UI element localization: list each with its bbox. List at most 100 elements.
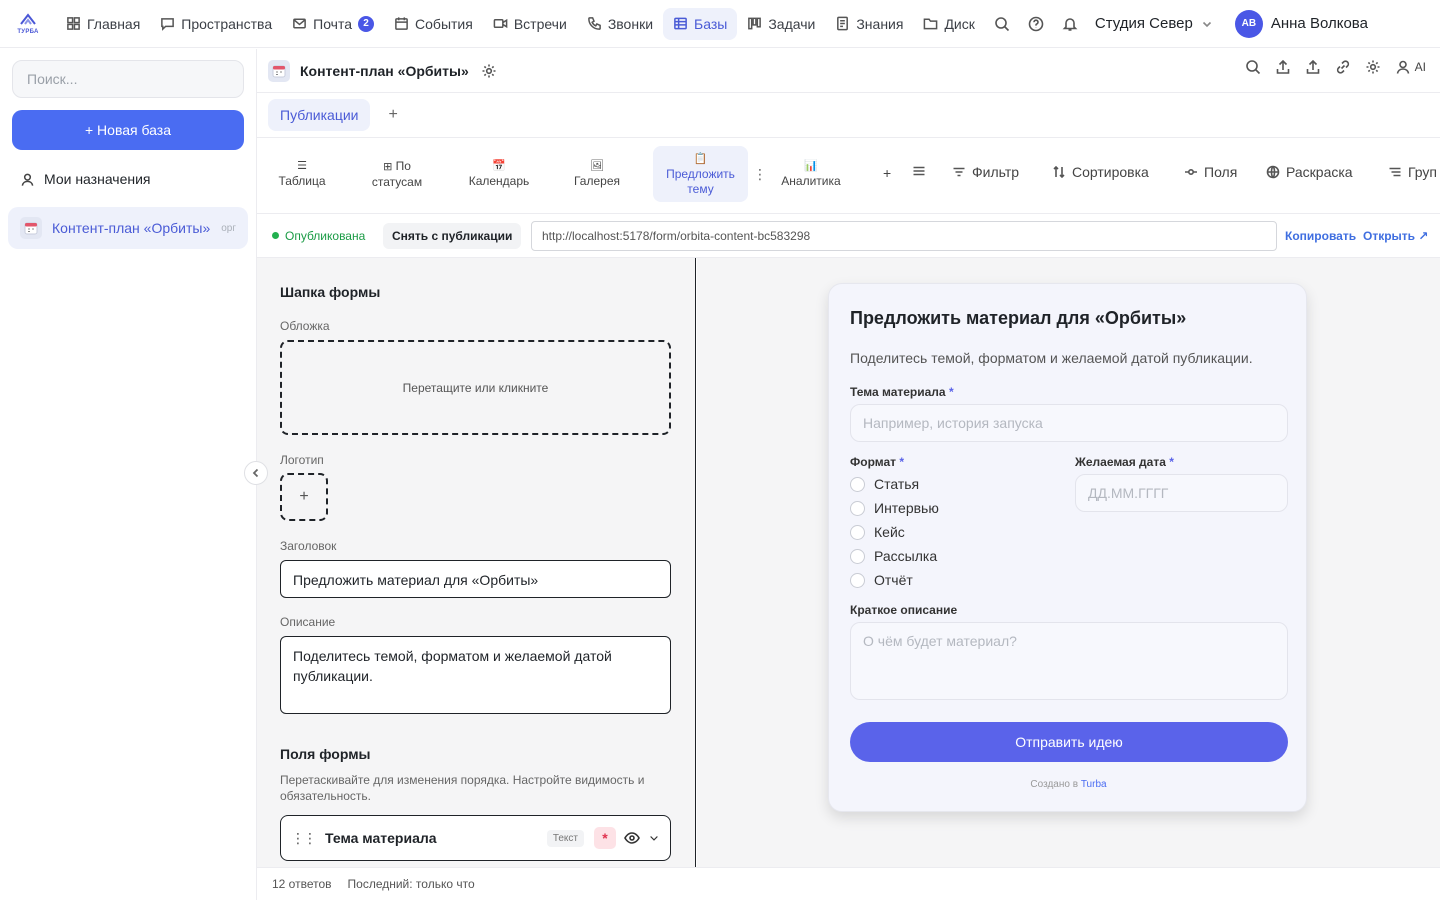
- share-button[interactable]: [1305, 59, 1321, 75]
- link-icon: [1336, 60, 1349, 74]
- view-calendar[interactable]: 📅 Календарь: [460, 146, 538, 202]
- video-icon: [493, 18, 508, 29]
- open-link-button[interactable]: Открыть ↗: [1363, 229, 1428, 243]
- sidebar-item-label: Мои назначения: [44, 171, 151, 187]
- view-options-button[interactable]: [912, 164, 926, 178]
- add-view-button[interactable]: +: [883, 165, 891, 181]
- form-url-field[interactable]: http://localhost:5178/form/orbita-conten…: [531, 220, 1277, 251]
- drag-handle-icon[interactable]: ⋮⋮: [291, 830, 317, 847]
- calendar-icon: [395, 17, 408, 30]
- nav-meetings[interactable]: Встречи: [483, 8, 577, 40]
- nav-spaces[interactable]: Пространства: [150, 8, 282, 40]
- nav-tasks[interactable]: Задачи: [737, 8, 825, 40]
- view-form[interactable]: 📋 Предложить тему: [653, 146, 748, 202]
- nav-calls[interactable]: Звонки: [577, 8, 663, 40]
- format-option[interactable]: Статья: [850, 476, 919, 492]
- gear-icon: [1366, 60, 1380, 74]
- format-option[interactable]: Рассылка: [850, 548, 937, 564]
- workspace-name: Студия Север: [1094, 15, 1193, 32]
- logo-icon: [20, 13, 36, 25]
- sidebar-search-input[interactable]: Поиск...: [12, 60, 244, 98]
- nav-knowledge[interactable]: Знания: [825, 8, 913, 40]
- view-by-status[interactable]: ⊞ По статусам: [357, 146, 437, 202]
- search-button[interactable]: [1245, 59, 1261, 75]
- mail-icon: [293, 18, 307, 29]
- sidebar-item-my-assignments[interactable]: Мои назначения: [20, 171, 151, 187]
- nav-events[interactable]: События: [384, 8, 483, 40]
- collapse-sidebar-button[interactable]: [244, 461, 268, 485]
- folder-icon: [924, 18, 938, 30]
- add-tab-button[interactable]: +: [388, 106, 397, 124]
- coloring-button[interactable]: Раскраска: [1266, 164, 1353, 180]
- settings-button[interactable]: [1365, 59, 1381, 75]
- format-option-label: Статья: [874, 476, 920, 492]
- view-gallery[interactable]: 🖼 Галерея: [563, 146, 631, 202]
- topic-input[interactable]: Например, история запуска: [850, 404, 1288, 442]
- notifications-button[interactable]: [1053, 8, 1087, 40]
- required-toggle[interactable]: *: [594, 827, 616, 849]
- submit-idea-button[interactable]: Отправить идею: [850, 722, 1288, 762]
- sort-button[interactable]: Сортировка: [1052, 164, 1149, 180]
- ai-button[interactable]: AI: [1395, 59, 1426, 75]
- group-button[interactable]: Груп: [1388, 164, 1437, 180]
- required-mark: *: [1169, 455, 1174, 469]
- view-table[interactable]: ☰ Таблица: [268, 146, 336, 202]
- help-button[interactable]: [1019, 8, 1053, 40]
- date-label-text: Желаемая дата: [1075, 455, 1166, 469]
- format-label-text: Формат: [850, 455, 897, 469]
- format-option[interactable]: Интервью: [850, 500, 939, 516]
- date-placeholder: ДД.ММ.ГГГГ: [1088, 485, 1169, 501]
- field-type-badge: Текст: [546, 829, 584, 847]
- form-field-row[interactable]: ⋮⋮ Тема материала Текст *: [280, 815, 671, 861]
- form-title-input[interactable]: Предложить материал для «Орбиты»: [280, 560, 671, 598]
- last-response: Последний: только что: [347, 877, 475, 891]
- app-logo[interactable]: ТУРБА: [0, 0, 56, 48]
- unpublish-button[interactable]: Снять с публикации: [383, 222, 522, 249]
- form-description-textarea[interactable]: Поделитесь темой, форматом и желаемой да…: [280, 636, 671, 714]
- link-button[interactable]: [1335, 59, 1351, 75]
- user-menu[interactable]: АВ Анна Волкова: [1234, 9, 1368, 38]
- credit-brand-link[interactable]: Turba: [1081, 779, 1107, 790]
- copy-link-button[interactable]: Копировать: [1285, 229, 1356, 243]
- global-search-button[interactable]: [985, 8, 1019, 40]
- logo-dropzone[interactable]: +: [280, 473, 328, 521]
- base-settings-button[interactable]: [481, 63, 497, 79]
- workspace-switcher[interactable]: Студия Север: [1095, 15, 1213, 32]
- format-option[interactable]: Кейс: [850, 524, 905, 540]
- nav-drive[interactable]: Диск: [913, 8, 984, 40]
- nav-mail[interactable]: Почта 2: [282, 8, 384, 40]
- header-section-title: Шапка формы: [280, 284, 381, 300]
- export-button[interactable]: [1275, 59, 1291, 75]
- nav-home[interactable]: Главная: [56, 8, 150, 40]
- nav-label: События: [415, 15, 473, 32]
- tab-publications[interactable]: Публикации: [268, 99, 371, 131]
- fields-label: Поля: [1204, 164, 1238, 180]
- cover-label: Обложка: [280, 319, 330, 333]
- cover-dropzone[interactable]: Перетащите или кликните: [280, 340, 671, 435]
- summary-textarea[interactable]: О чём будет материал?: [850, 622, 1288, 700]
- filter-icon: [953, 167, 965, 177]
- group-icon: [1389, 167, 1401, 177]
- format-option-label: Рассылка: [874, 548, 938, 564]
- format-option[interactable]: Отчёт: [850, 572, 913, 588]
- sidebar-item-base[interactable]: Контент-план «Орбиты» орг: [8, 207, 248, 249]
- fields-hint: Перетаскивайте для изменения порядка. На…: [280, 773, 645, 803]
- nav-label: Звонки: [607, 15, 654, 32]
- fields-button[interactable]: Поля: [1184, 164, 1237, 180]
- new-base-button[interactable]: + Новая база: [12, 110, 244, 150]
- fields-section-title: Поля формы: [280, 746, 371, 762]
- filter-button[interactable]: Фильтр: [952, 164, 1019, 180]
- phone-icon: [587, 17, 601, 30]
- nav-bases[interactable]: Базы: [663, 7, 738, 40]
- mail-badge: 2: [358, 15, 375, 32]
- expand-field-button[interactable]: [648, 832, 660, 844]
- format-option-label: Кейс: [874, 524, 905, 540]
- publish-bar: Опубликована Снять с публикации http://l…: [257, 214, 1440, 258]
- view-analytics[interactable]: 📊 Аналитика: [773, 146, 849, 202]
- table-tabs: Публикации +: [257, 93, 1440, 138]
- required-mark: *: [899, 455, 905, 469]
- visibility-toggle[interactable]: [624, 830, 640, 846]
- date-input[interactable]: ДД.ММ.ГГГГ: [1075, 474, 1288, 512]
- radio-circle: [850, 548, 865, 564]
- view-menu-icon[interactable]: ⋮: [753, 166, 767, 183]
